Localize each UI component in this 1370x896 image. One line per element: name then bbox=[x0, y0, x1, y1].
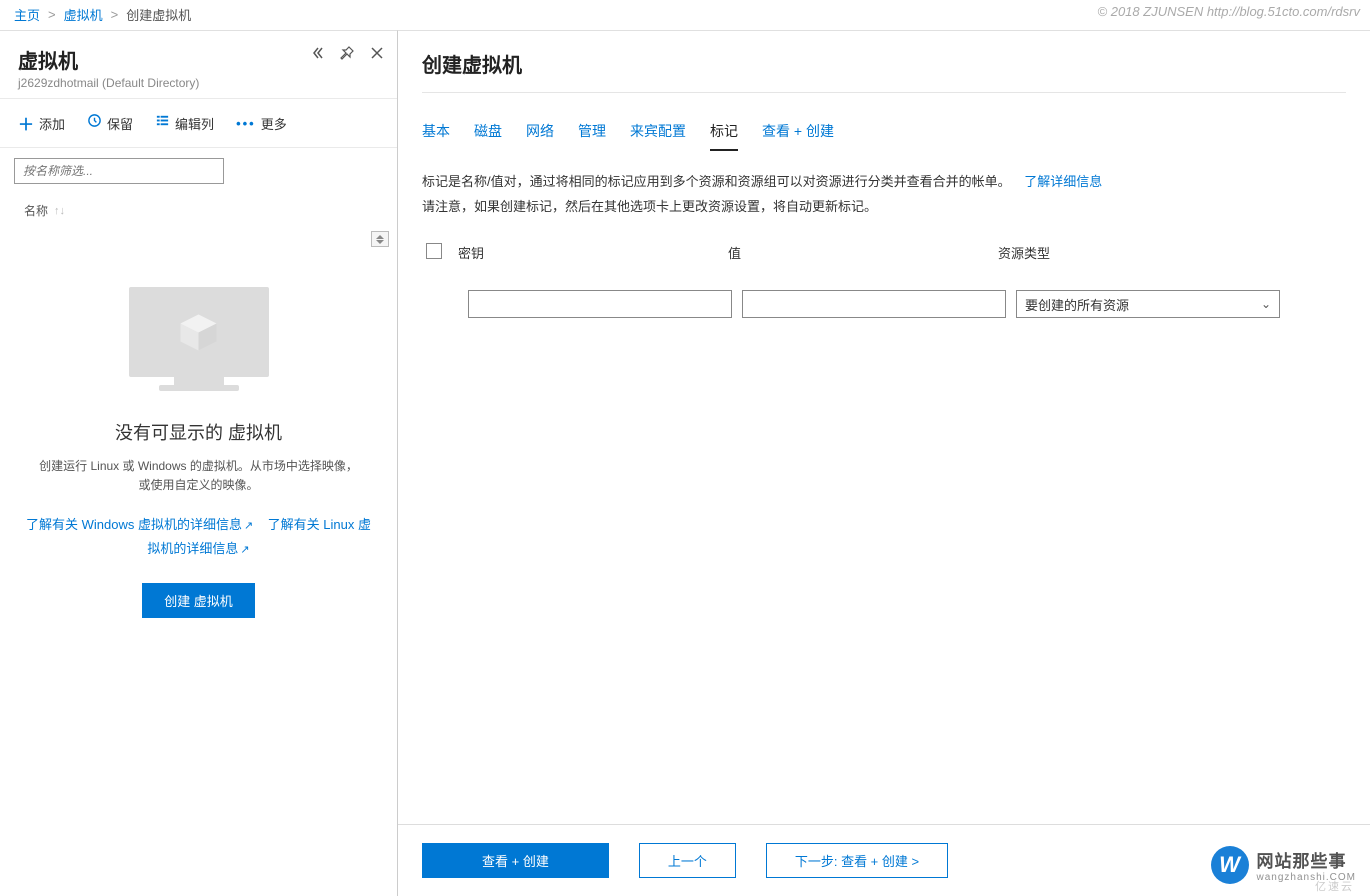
review-create-button[interactable]: 查看 + 创建 bbox=[422, 843, 609, 878]
empty-heading: 没有可显示的 虚拟机 bbox=[24, 419, 373, 445]
empty-state: 没有可显示的 虚拟机 创建运行 Linux 或 Windows 的虚拟机。从市场… bbox=[0, 247, 397, 618]
tab-guest[interactable]: 来宾配置 bbox=[630, 121, 686, 151]
ellipsis-icon: ••• bbox=[236, 116, 256, 131]
column-name-label: 名称 bbox=[24, 202, 48, 219]
external-icon: ↗ bbox=[244, 520, 253, 532]
breadcrumb-home[interactable]: 主页 bbox=[14, 5, 40, 24]
yisu-watermark: 亿速云 bbox=[1315, 878, 1354, 894]
empty-body: 创建运行 Linux 或 Windows 的虚拟机。从市场中选择映像，或使用自定… bbox=[39, 457, 359, 495]
add-label: 添加 bbox=[39, 114, 65, 133]
watermark-text: © 2018 ZJUNSEN http://blog.51cto.com/rds… bbox=[1098, 4, 1360, 19]
tab-basic[interactable]: 基本 bbox=[422, 121, 450, 151]
plus-icon: ＋ bbox=[18, 111, 34, 135]
learn-more-link[interactable]: 了解详细信息 bbox=[1024, 174, 1102, 189]
learn-windows-link[interactable]: 了解有关 Windows 虚拟机的详细信息↗ bbox=[26, 517, 253, 532]
tab-network[interactable]: 网络 bbox=[526, 121, 554, 151]
chevron-down-icon: ⌄ bbox=[1261, 297, 1271, 311]
tab-review[interactable]: 查看 + 创建 bbox=[762, 121, 834, 151]
collapse-icon[interactable] bbox=[309, 45, 325, 65]
create-vm-button[interactable]: 创建 虚拟机 bbox=[142, 583, 255, 618]
blade-subtitle: j2629zdhotmail (Default Directory) bbox=[18, 76, 379, 90]
clock-icon bbox=[87, 113, 102, 133]
site-name: 网站那些事 bbox=[1257, 847, 1356, 872]
previous-button[interactable]: 上一个 bbox=[639, 843, 736, 878]
monitor-icon bbox=[124, 287, 274, 397]
chevron-right-icon: > bbox=[111, 7, 119, 22]
filter-input[interactable] bbox=[14, 158, 224, 184]
next-button[interactable]: 下一步: 查看 + 创建 > bbox=[766, 843, 948, 878]
resource-type-select[interactable]: 要创建的所有资源 ⌄ bbox=[1016, 290, 1280, 318]
site-logo-icon: W bbox=[1211, 846, 1249, 884]
create-vm-blade: 创建虚拟机 基本 磁盘 网络 管理 来宾配置 标记 查看 + 创建 标记是名称/… bbox=[398, 30, 1370, 896]
resource-type-value: 要创建的所有资源 bbox=[1025, 295, 1129, 314]
edit-columns-label: 编辑列 bbox=[175, 114, 214, 133]
create-title: 创建虚拟机 bbox=[422, 49, 1346, 78]
scrollbar-nub[interactable] bbox=[371, 231, 389, 247]
col-key: 密钥 bbox=[458, 243, 728, 262]
tags-description: 标记是名称/值对，通过将相同的标记应用到多个资源和资源组可以对资源进行分类并查看… bbox=[422, 170, 1346, 219]
tab-tags[interactable]: 标记 bbox=[710, 121, 738, 151]
tag-row: 要创建的所有资源 ⌄ bbox=[422, 290, 1346, 318]
tab-disk[interactable]: 磁盘 bbox=[474, 121, 502, 151]
columns-icon bbox=[155, 113, 170, 133]
edit-columns-button[interactable]: 编辑列 bbox=[147, 109, 222, 137]
reserve-label: 保留 bbox=[107, 114, 133, 133]
more-label: 更多 bbox=[261, 114, 287, 133]
reserve-button[interactable]: 保留 bbox=[79, 109, 141, 137]
external-icon: ↗ bbox=[240, 544, 249, 556]
more-button[interactable]: ••• 更多 bbox=[228, 110, 295, 137]
breadcrumb-vm[interactable]: 虚拟机 bbox=[64, 5, 103, 24]
sort-icon: ↑↓ bbox=[54, 205, 65, 217]
close-icon[interactable] bbox=[369, 45, 385, 65]
vm-list-blade: 虚拟机 j2629zdhotmail (Default Directory) ＋… bbox=[0, 30, 398, 896]
col-resource-type: 资源类型 bbox=[998, 243, 1346, 262]
wizard-tabs: 基本 磁盘 网络 管理 来宾配置 标记 查看 + 创建 bbox=[422, 121, 1346, 152]
tag-key-input[interactable] bbox=[468, 290, 732, 318]
tag-value-input[interactable] bbox=[742, 290, 1006, 318]
pin-icon[interactable] bbox=[339, 45, 355, 65]
tag-table-header: 密钥 值 资源类型 bbox=[422, 237, 1346, 268]
add-button[interactable]: ＋ 添加 bbox=[10, 107, 73, 139]
breadcrumb-current: 创建虚拟机 bbox=[126, 5, 191, 24]
chevron-right-icon: > bbox=[48, 7, 56, 22]
col-value: 值 bbox=[728, 243, 998, 262]
select-all-checkbox[interactable] bbox=[426, 243, 442, 259]
tab-manage[interactable]: 管理 bbox=[578, 121, 606, 151]
blade-toolbar: ＋ 添加 保留 编辑列 ••• 更多 bbox=[0, 98, 397, 148]
column-header-name[interactable]: 名称 ↑↓ bbox=[0, 194, 397, 227]
